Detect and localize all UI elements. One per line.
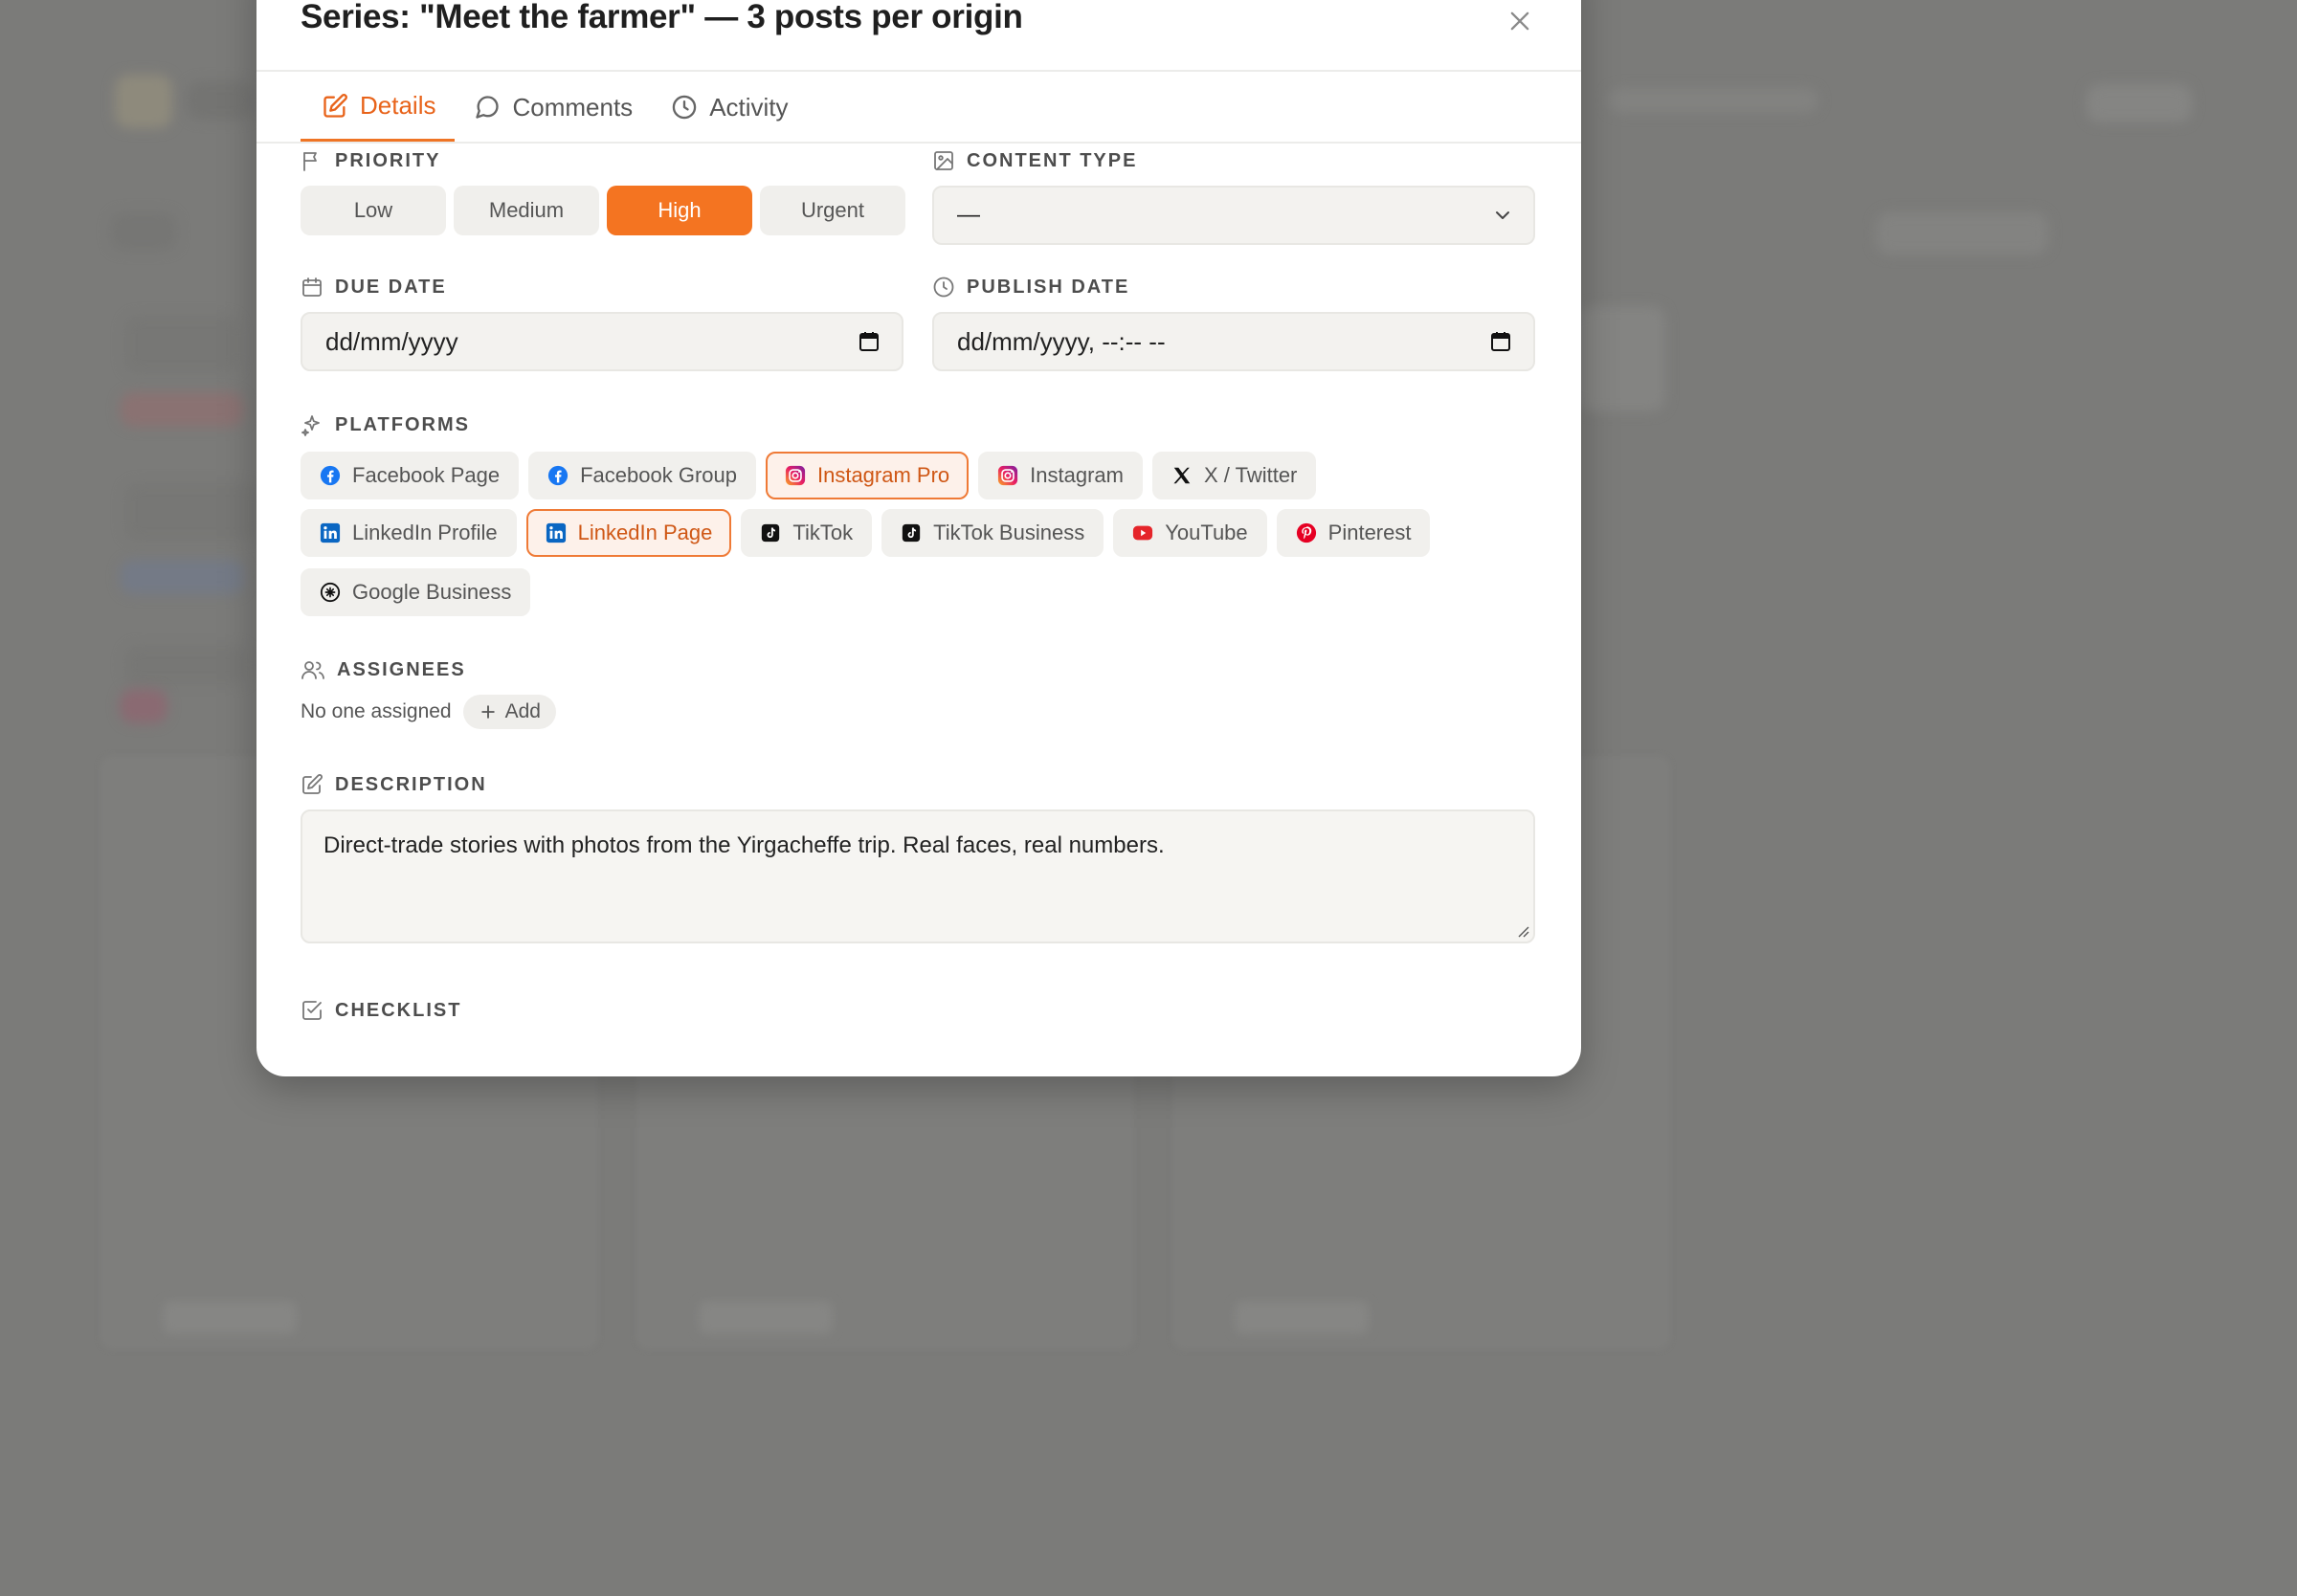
youtube-icon xyxy=(1132,522,1153,543)
pinterest-icon xyxy=(1296,522,1317,543)
bg-column-footer-3 xyxy=(1235,1301,1369,1334)
description-label: DESCRIPTION xyxy=(301,773,487,796)
tiktok-icon xyxy=(901,522,922,543)
linkedin-icon xyxy=(546,522,567,543)
platform-chip-tiktok-business[interactable]: TikTok Business xyxy=(881,509,1104,557)
platforms-label: PLATFORMS xyxy=(301,413,470,436)
priority-high-button[interactable]: High xyxy=(607,186,752,235)
instagram-icon xyxy=(997,465,1018,486)
platform-chip-facebook-page[interactable]: Facebook Page xyxy=(301,452,520,499)
due-date-label: DUE DATE xyxy=(301,276,447,299)
flag-icon xyxy=(303,152,317,171)
users-icon xyxy=(301,661,324,679)
linkedin-icon xyxy=(320,522,341,543)
publish-date-value: dd/mm/yyyy, --:-- -- xyxy=(957,326,1166,356)
tabs-divider xyxy=(256,142,1581,144)
priority-urgent-button[interactable]: Urgent xyxy=(760,186,905,235)
description-textarea[interactable]: Direct-trade stories with photos from th… xyxy=(301,809,1535,943)
priority-selector: Low Medium High Urgent xyxy=(301,186,905,235)
platform-chip-instagram-pro[interactable]: Instagram Pro xyxy=(765,452,970,499)
chevron-down-icon xyxy=(1496,211,1509,219)
assignees-label: ASSIGNEES xyxy=(301,658,466,681)
platform-chip-linkedin-page[interactable]: LinkedIn Page xyxy=(525,509,732,557)
platform-chip-google-business[interactable]: Google Business xyxy=(301,568,531,616)
google-business-icon xyxy=(320,582,341,603)
content-type-value: — xyxy=(957,202,980,228)
priority-medium-button[interactable]: Medium xyxy=(454,186,599,235)
platforms-row-1: Facebook Page Facebook Group Instagram P… xyxy=(301,452,1317,499)
image-icon xyxy=(934,151,953,170)
calendar-picker-icon[interactable] xyxy=(1489,330,1512,353)
priority-label: PRIORITY xyxy=(301,149,440,172)
bg-card-tags-2 xyxy=(120,560,244,594)
bg-user xyxy=(2086,84,2192,122)
platform-chip-x-twitter[interactable]: X / Twitter xyxy=(1151,452,1317,499)
modal-title: Series: "Meet the farmer" — 3 posts per … xyxy=(301,0,1023,35)
platform-chip-linkedin-profile[interactable]: LinkedIn Profile xyxy=(301,509,517,557)
assignees-row: No one assigned Add xyxy=(301,695,556,729)
due-date-input[interactable]: dd/mm/yyyy xyxy=(301,312,903,371)
bg-card-text-2 xyxy=(124,483,258,541)
publish-date-label: PUBLISH DATE xyxy=(932,276,1129,299)
bg-card xyxy=(1579,306,1665,411)
tiktok-icon xyxy=(760,522,781,543)
due-date-value: dd/mm/yyyy xyxy=(325,326,458,356)
close-button[interactable] xyxy=(1503,4,1537,38)
platform-chip-instagram[interactable]: Instagram xyxy=(978,452,1143,499)
header-divider xyxy=(256,70,1581,72)
platform-chip-youtube[interactable]: YouTube xyxy=(1113,509,1267,557)
bg-search xyxy=(1608,88,1818,113)
bg-app-name xyxy=(187,81,254,120)
edit-icon xyxy=(323,93,347,118)
tab-details[interactable]: Details xyxy=(301,73,456,142)
bg-card-tags-3 xyxy=(120,689,167,723)
bg-new-button xyxy=(1876,212,2048,255)
tab-comments-label: Comments xyxy=(512,92,634,122)
platform-chip-facebook-group[interactable]: Facebook Group xyxy=(528,452,756,499)
tab-details-label: Details xyxy=(360,91,436,120)
sparkles-icon xyxy=(301,415,320,436)
description-text: Direct-trade stories with photos from th… xyxy=(323,832,1165,858)
no-assignee-text: No one assigned xyxy=(301,700,452,722)
close-icon xyxy=(1510,11,1529,31)
facebook-icon xyxy=(320,465,341,486)
content-type-select[interactable]: — xyxy=(932,186,1535,245)
tab-activity[interactable]: Activity xyxy=(652,73,807,142)
x-icon xyxy=(1171,465,1193,486)
calendar-picker-icon[interactable] xyxy=(858,330,881,353)
plus-icon xyxy=(480,705,495,719)
platforms-row-2: LinkedIn Profile LinkedIn Page TikTok Ti… xyxy=(301,509,1431,557)
bg-card-text xyxy=(124,316,239,373)
content-type-label: CONTENT TYPE xyxy=(932,149,1137,172)
publish-date-input[interactable]: dd/mm/yyyy, --:-- -- xyxy=(932,312,1535,371)
platform-chip-pinterest[interactable]: Pinterest xyxy=(1276,509,1431,557)
checkbox-icon xyxy=(302,1001,322,1020)
bg-card-tags xyxy=(120,392,244,427)
bg-column-footer-1 xyxy=(163,1301,297,1334)
bg-logo xyxy=(115,75,172,128)
bg-card-text-3 xyxy=(124,646,249,684)
instagram-icon xyxy=(785,465,806,486)
edit-icon xyxy=(302,774,323,794)
tab-bar: Details Comments Activity xyxy=(301,73,808,142)
clock-icon xyxy=(672,95,697,120)
task-detail-modal: Series: "Meet the farmer" — 3 posts per … xyxy=(256,0,1581,1076)
add-assignee-button[interactable]: Add xyxy=(462,695,556,729)
platforms-row-3: Google Business xyxy=(301,568,531,616)
bg-column-footer-2 xyxy=(699,1301,833,1334)
resize-handle-icon[interactable] xyxy=(1514,922,1529,938)
comment-icon xyxy=(476,96,500,119)
platform-chip-tiktok[interactable]: TikTok xyxy=(741,509,873,557)
facebook-icon xyxy=(547,465,569,486)
calendar-icon xyxy=(302,277,322,297)
bg-board-title xyxy=(110,212,177,251)
checklist-label: CHECKLIST xyxy=(301,999,461,1022)
tab-activity-label: Activity xyxy=(709,92,789,122)
clock-icon xyxy=(933,277,954,298)
tab-comments[interactable]: Comments xyxy=(455,73,652,142)
priority-low-button[interactable]: Low xyxy=(301,186,446,235)
